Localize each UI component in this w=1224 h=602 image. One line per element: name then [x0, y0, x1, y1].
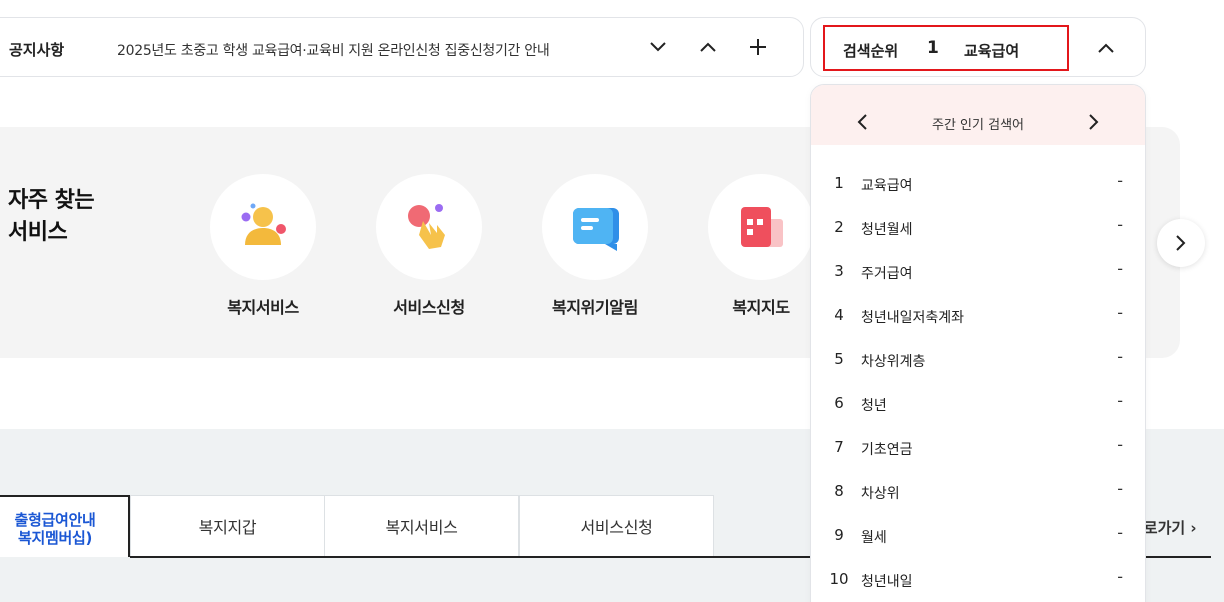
- list-item[interactable]: 8 차상위 -: [811, 470, 1145, 514]
- carousel-next-button[interactable]: [1157, 219, 1205, 267]
- list-item[interactable]: 7 기초연금 -: [811, 426, 1145, 470]
- popular-search-dropdown: 주간 인기 검색어 1 교육급여 - 2 청년월세 - 3 주거급여 - 4 청년내일저축계좌…: [810, 84, 1146, 602]
- service-label: 서비스신청: [393, 298, 465, 317]
- search-rank-label: 검색순위: [843, 42, 899, 60]
- service-crisis-alert[interactable]: 복지위기알림: [525, 174, 665, 318]
- rank-term: 차상위계층: [861, 354, 926, 370]
- service-circle: [708, 174, 814, 280]
- list-item[interactable]: 10 청년내일 -: [811, 558, 1145, 602]
- rank-number: 5: [834, 350, 844, 368]
- service-circle: [542, 174, 648, 280]
- rank-term: 청년내일저축계좌: [861, 310, 965, 326]
- rank-change: -: [1117, 391, 1123, 410]
- rank-change: -: [1117, 171, 1123, 190]
- rank-term: 주거급여: [861, 266, 913, 282]
- list-item[interactable]: 2 청년월세 -: [811, 206, 1145, 250]
- rank-number: 6: [834, 394, 844, 412]
- rank-number: 10: [829, 570, 849, 588]
- tab-active[interactable]: 출형급여안내 복지멤버십): [0, 495, 130, 557]
- rank-number: 8: [834, 482, 844, 500]
- notice-bar: 공지사항 2025년도 초중고 학생 교육급여·교육비 지원 온라인신청 집중신…: [0, 17, 804, 77]
- search-rank-bar: 검색순위 1 교육급여: [810, 17, 1146, 77]
- rank-number: 2: [834, 218, 844, 236]
- rank-term: 월세: [861, 530, 887, 546]
- rank-change: -: [1117, 303, 1123, 322]
- rank-term: 교육급여: [861, 178, 913, 194]
- notice-text-link[interactable]: 2025년도 초중고 학생 교육급여·교육비 지원 온라인신청 집중신청기간 안…: [117, 40, 550, 60]
- people-icon: [241, 203, 286, 245]
- service-circle: [210, 174, 316, 280]
- notice-label: 공지사항: [9, 41, 65, 59]
- list-item[interactable]: 1 교육급여 -: [811, 162, 1145, 206]
- chat-bubble-icon: [573, 208, 619, 251]
- rank-change: -: [1117, 567, 1123, 586]
- rank-change: -: [1117, 435, 1123, 454]
- rank-change: -: [1117, 479, 1123, 498]
- service-label: 복지서비스: [227, 298, 299, 317]
- plus-icon[interactable]: [743, 32, 773, 62]
- chevron-up-icon[interactable]: [1091, 33, 1121, 63]
- list-item[interactable]: 9 월세 -: [811, 514, 1145, 558]
- popular-search-list: 1 교육급여 - 2 청년월세 - 3 주거급여 - 4 청년내일저축계좌 - 5 차상위계층 - …: [811, 162, 1145, 602]
- chevron-up-icon[interactable]: [693, 32, 723, 62]
- hand-tap-icon: [408, 204, 445, 249]
- rank-term: 청년: [861, 398, 887, 414]
- rank-change: -: [1117, 523, 1123, 542]
- service-label: 복지위기알림: [552, 298, 638, 317]
- rank-change: -: [1117, 259, 1123, 278]
- rank-term: 차상위: [861, 486, 900, 502]
- list-item[interactable]: 4 청년내일저축계좌 -: [811, 294, 1145, 338]
- list-item[interactable]: 5 차상위계층 -: [811, 338, 1145, 382]
- service-apply[interactable]: 서비스신청: [359, 174, 499, 318]
- service-circle: [376, 174, 482, 280]
- rank-change: -: [1117, 347, 1123, 366]
- map-grid-icon: [741, 207, 783, 247]
- search-rank-highlight[interactable]: 검색순위 1 교육급여: [823, 25, 1069, 71]
- rank-number: 4: [834, 306, 844, 324]
- rank-change: -: [1117, 215, 1123, 234]
- service-welfare[interactable]: 복지서비스: [193, 174, 333, 318]
- chevron-down-icon[interactable]: [643, 32, 673, 62]
- page: 공지사항 2025년도 초중고 학생 교육급여·교육비 지원 온라인신청 집중신…: [0, 0, 1224, 602]
- list-item[interactable]: 6 청년 -: [811, 382, 1145, 426]
- search-rank-number: 1: [927, 38, 939, 58]
- rank-term: 청년월세: [861, 222, 913, 238]
- list-item[interactable]: 3 주거급여 -: [811, 250, 1145, 294]
- tab-wallet[interactable]: 복지지갑: [130, 495, 325, 557]
- popular-search-header: 주간 인기 검색어: [811, 85, 1145, 145]
- rank-term: 기초연금: [861, 442, 913, 458]
- rank-number: 1: [834, 174, 844, 192]
- chevron-right-icon[interactable]: [1079, 107, 1109, 137]
- rank-number: 3: [834, 262, 844, 280]
- frequent-services-title: 자주 찾는 서비스: [8, 188, 95, 245]
- rank-number: 9: [834, 526, 844, 544]
- tab-service-apply[interactable]: 서비스신청: [519, 495, 714, 557]
- chevron-right-icon: [1176, 235, 1186, 251]
- search-rank-term: 교육급여: [964, 42, 1020, 60]
- rank-term: 청년내일: [861, 574, 913, 590]
- tab-welfare-service[interactable]: 복지서비스: [324, 495, 519, 557]
- rank-number: 7: [834, 438, 844, 456]
